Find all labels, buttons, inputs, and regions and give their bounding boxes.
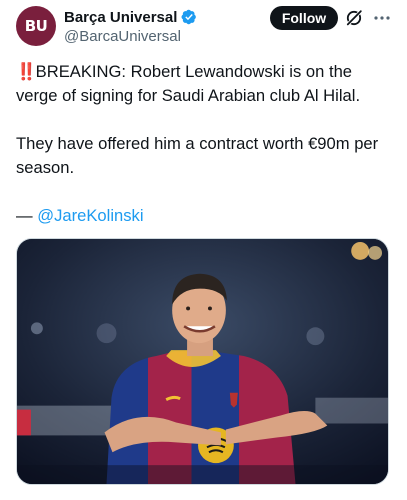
follow-button[interactable]: Follow xyxy=(270,6,338,30)
display-name-row: Barça Universal xyxy=(64,7,254,27)
tweet: BU Barça Universal @BarcaUniversal Follo… xyxy=(0,0,407,500)
handle[interactable]: @BarcaUniversal xyxy=(64,28,254,45)
paragraph-contract: They have offered him a contract worth €… xyxy=(16,134,379,177)
verified-badge-icon xyxy=(181,9,197,25)
player-photo xyxy=(17,239,388,484)
breaking-text: BREAKING: Robert Lewandowski is on the v… xyxy=(16,62,361,105)
stadium-light xyxy=(351,241,370,260)
mention-link[interactable]: @JareKolinski xyxy=(37,206,143,225)
attribution: — @JareKolinski xyxy=(16,204,388,228)
author-names: Barça Universal @BarcaUniversal xyxy=(64,7,254,45)
double-exclamation-icon: ‼️ xyxy=(16,62,37,81)
paragraph-breaking: ‼️BREAKING: Robert Lewandowski is on the… xyxy=(16,60,388,108)
tweet-text: ‼️BREAKING: Robert Lewandowski is on the… xyxy=(16,60,388,228)
tweet-photo[interactable] xyxy=(16,238,389,485)
display-name[interactable]: Barça Universal xyxy=(64,9,177,26)
more-icon[interactable] xyxy=(373,10,391,26)
tweet-header: BU Barça Universal @BarcaUniversal Follo… xyxy=(16,6,391,48)
grok-icon[interactable] xyxy=(345,9,363,27)
avatar[interactable]: BU xyxy=(16,6,56,46)
player-shirt xyxy=(106,351,296,484)
attribution-dash: — xyxy=(16,206,38,225)
